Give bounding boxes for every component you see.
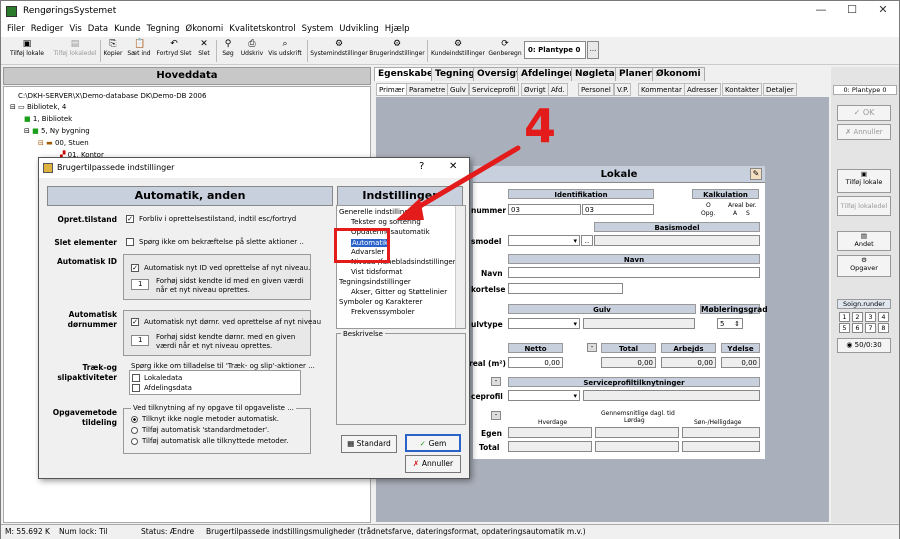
callout-number: 4 — [524, 99, 557, 153]
callout-arrow-line — [407, 145, 521, 215]
callout-arrow-head — [396, 198, 424, 220]
callout-arrow — [396, 145, 521, 220]
